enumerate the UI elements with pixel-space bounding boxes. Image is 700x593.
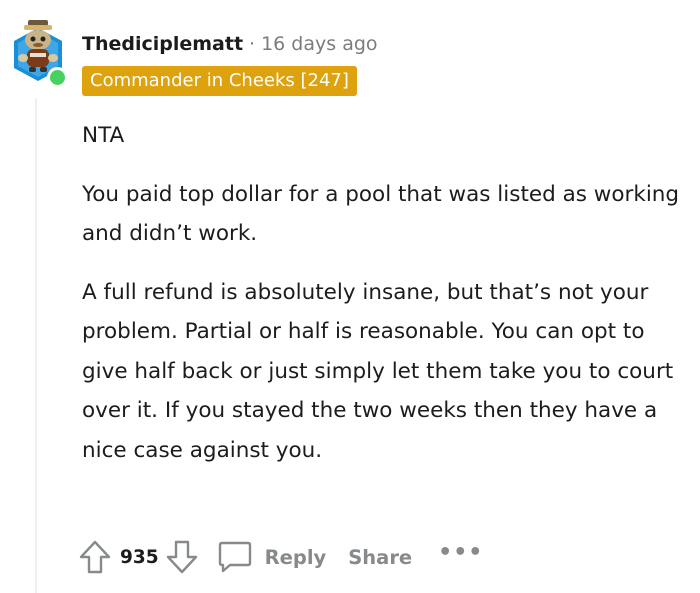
meta-separator: · — [249, 33, 256, 55]
share-button[interactable]: Share — [348, 546, 412, 569]
reply-button[interactable]: Reply — [265, 546, 327, 569]
comment-paragraph: You paid top dollar for a pool that was … — [82, 181, 680, 247]
speech-bubble-icon[interactable] — [217, 540, 253, 574]
arrow-up-icon[interactable] — [78, 539, 112, 575]
user-flair: Commander in Cheeks [247] — [82, 66, 357, 96]
comment-meta: Thediciplematt · 16 days ago — [82, 30, 378, 58]
thread-collapse-line[interactable] — [35, 98, 37, 593]
comment-actions-bar: 935 Reply Share ••• — [78, 537, 483, 577]
vote-score: 935 — [120, 546, 159, 568]
comment-paragraph: NTA — [82, 123, 125, 148]
more-options-icon[interactable]: ••• — [438, 540, 483, 565]
arrow-down-icon[interactable] — [165, 539, 199, 575]
comment-timestamp[interactable]: 16 days ago — [261, 33, 377, 55]
comment-body: NTA You paid top dollar for a pool that … — [82, 116, 682, 489]
comment-paragraph: A full refund is absolutely insane, but … — [82, 279, 674, 463]
author-username[interactable]: Thediciplematt — [82, 33, 243, 55]
online-status-indicator — [47, 67, 68, 88]
